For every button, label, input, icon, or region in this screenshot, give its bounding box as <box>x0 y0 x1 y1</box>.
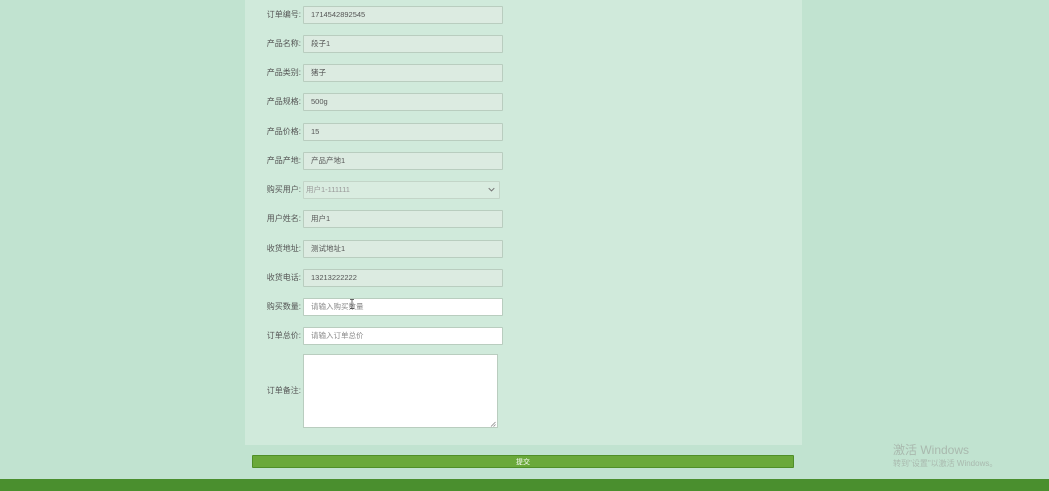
resize-handle-icon[interactable] <box>490 421 496 427</box>
remarks-label: 订单备注: <box>266 386 301 395</box>
user-name-row: 用户姓名: <box>245 210 802 228</box>
quantity-input[interactable] <box>303 298 503 316</box>
product-name-field[interactable] <box>303 35 503 53</box>
product-spec-row: 产品规格: <box>245 93 802 111</box>
order-number-field[interactable] <box>303 6 503 24</box>
product-price-row: 产品价格: <box>245 123 802 141</box>
shipping-address-field[interactable] <box>303 240 503 258</box>
remarks-textarea[interactable] <box>303 354 498 428</box>
buyer-user-row: 购买用户: 用户1-111111 <box>245 181 802 199</box>
shipping-phone-field[interactable] <box>303 269 503 287</box>
shipping-address-label: 收货地址: <box>266 244 301 253</box>
total-price-row: 订单总价: <box>245 327 802 345</box>
footer-bar <box>0 479 1049 491</box>
product-category-field[interactable] <box>303 64 503 82</box>
windows-activation-watermark: 激活 Windows 转到"设置"以激活 Windows。 <box>893 443 997 470</box>
product-price-field[interactable] <box>303 123 503 141</box>
buyer-user-selected: 用户1-111111 <box>306 185 350 194</box>
product-name-row: 产品名称: <box>245 35 802 53</box>
quantity-label: 购买数量: <box>266 302 301 311</box>
product-origin-field[interactable] <box>303 152 503 170</box>
quantity-row: 购买数量: <box>245 298 802 316</box>
product-category-row: 产品类别: <box>245 64 802 82</box>
submit-button[interactable]: 提交 <box>252 455 794 468</box>
product-spec-label: 产品规格: <box>266 97 301 106</box>
order-number-row: 订单编号: <box>245 6 802 24</box>
watermark-line2: 转到"设置"以激活 Windows。 <box>893 459 998 468</box>
buyer-user-select[interactable]: 用户1-111111 <box>303 181 500 199</box>
chevron-down-icon <box>488 187 495 192</box>
product-name-label: 产品名称: <box>266 39 301 48</box>
buyer-user-label: 购买用户: <box>266 185 301 194</box>
shipping-phone-label: 收货电话: <box>266 273 301 282</box>
shipping-address-row: 收货地址: <box>245 240 802 258</box>
watermark-line1: 激活 Windows <box>893 443 970 457</box>
product-price-label: 产品价格: <box>266 127 301 136</box>
order-form-panel: 订单编号: 产品名称: 产品类别: 产品规格: 产品价格: 产品产地: 购买用户… <box>245 0 802 445</box>
remarks-row: 订单备注: <box>245 354 802 428</box>
user-name-label: 用户姓名: <box>266 214 301 223</box>
product-origin-row: 产品产地: <box>245 152 802 170</box>
shipping-phone-row: 收货电话: <box>245 269 802 287</box>
user-name-field[interactable] <box>303 210 503 228</box>
text-cursor-icon <box>350 299 354 309</box>
product-origin-label: 产品产地: <box>266 156 301 165</box>
total-price-input[interactable] <box>303 327 503 345</box>
order-number-label: 订单编号: <box>266 10 301 19</box>
product-category-label: 产品类别: <box>266 68 301 77</box>
product-spec-field[interactable] <box>303 93 503 111</box>
total-price-label: 订单总价: <box>266 331 301 340</box>
